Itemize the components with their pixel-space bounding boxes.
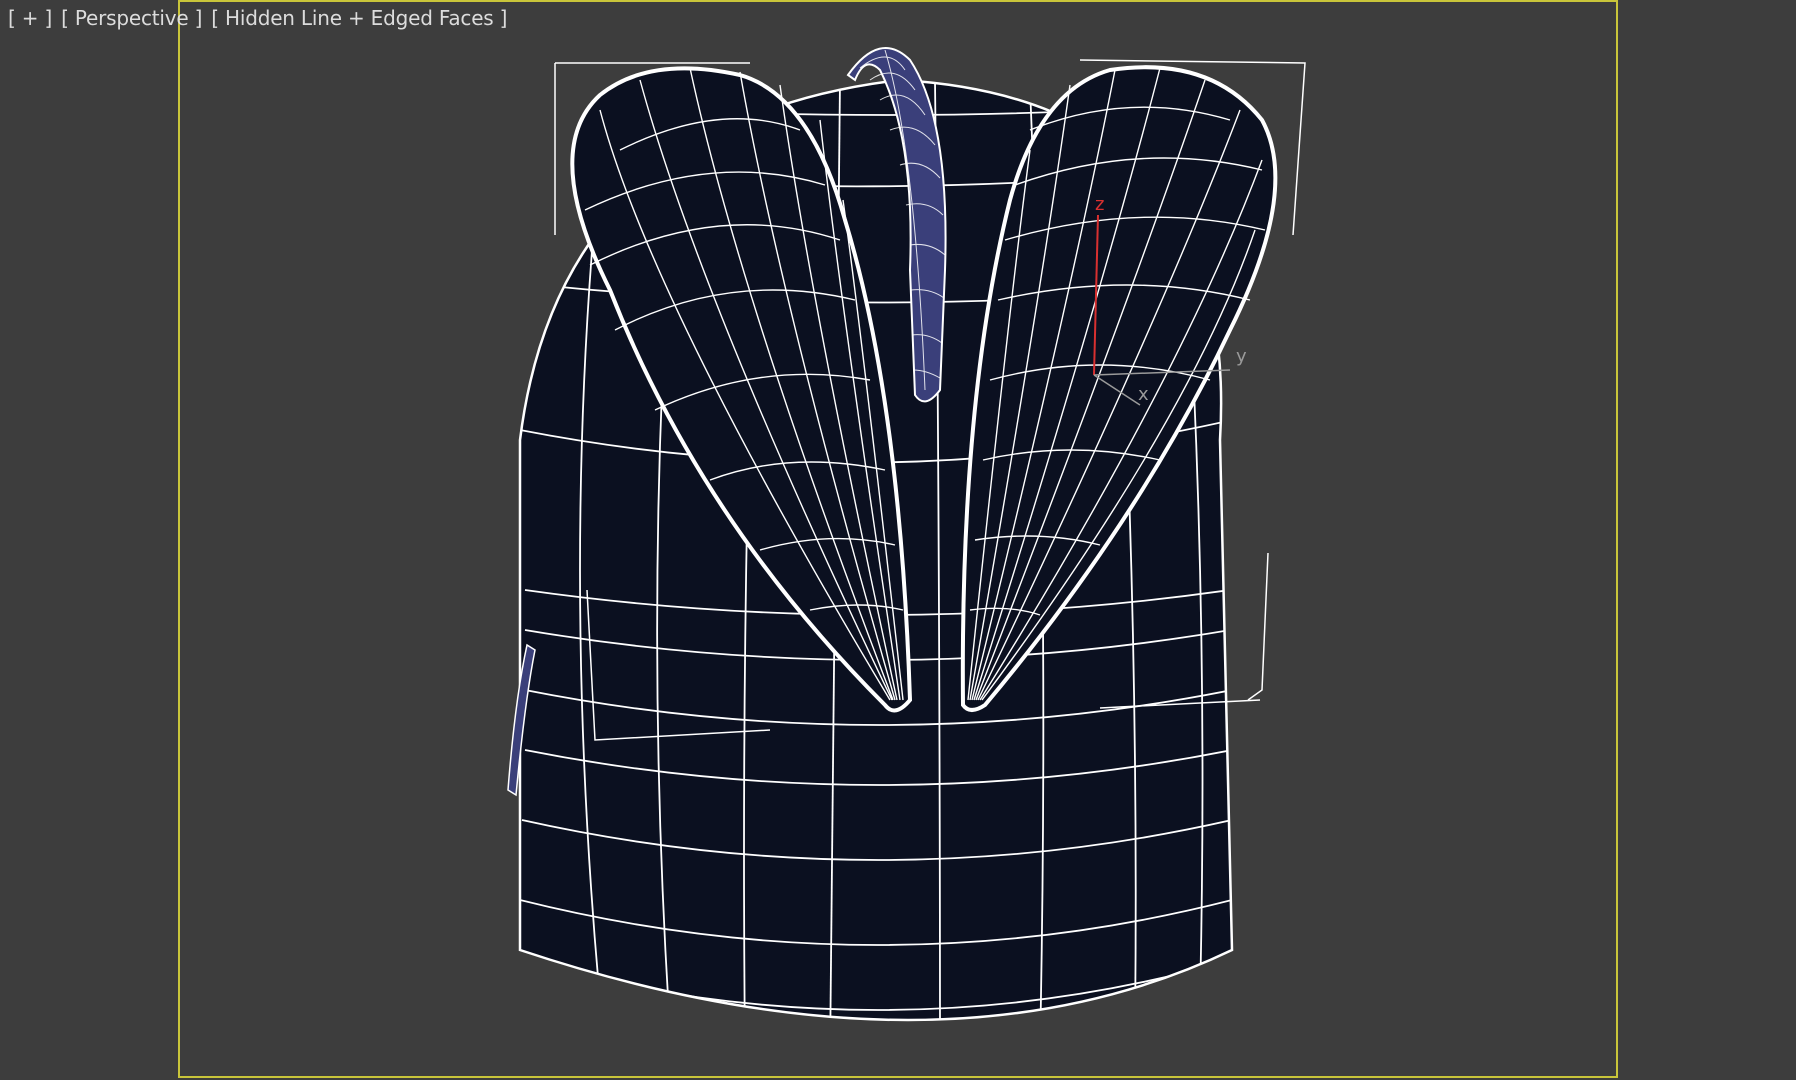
gizmo-axis-y-label: y: [1236, 346, 1247, 367]
gizmo-axis-z-label: z: [1095, 194, 1104, 215]
viewport-label-bar: [ + ] [ Perspective ] [ Hidden Line + Ed…: [8, 6, 507, 30]
viewport-shading-menu[interactable]: [ Hidden Line + Edged Faces ]: [211, 6, 507, 30]
viewport-plus-menu[interactable]: [ + ]: [8, 6, 52, 30]
gizmo-axis-x-label: x: [1138, 384, 1149, 405]
viewport-view-menu[interactable]: [ Perspective ]: [61, 6, 202, 30]
viewport-perspective[interactable]: [ + ] [ Perspective ] [ Hidden Line + Ed…: [0, 0, 1796, 1080]
scene-canvas[interactable]: z y x: [0, 0, 1796, 1080]
